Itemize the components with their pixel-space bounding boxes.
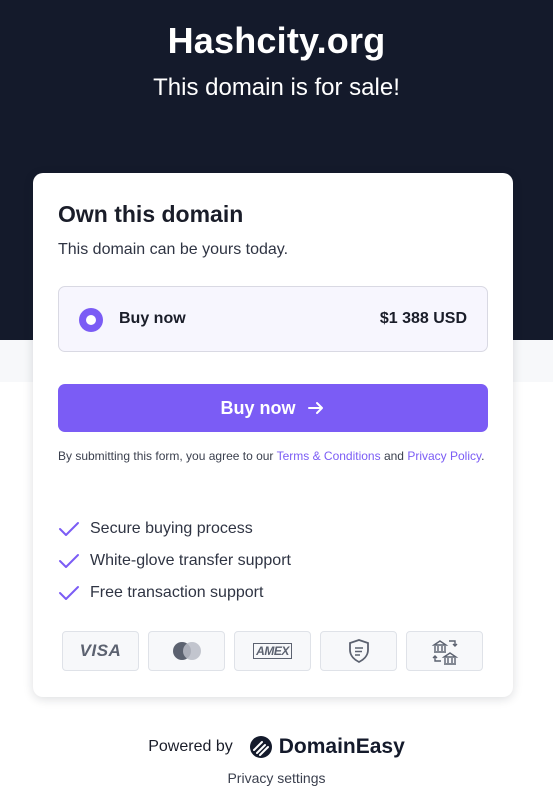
bank-transfer-icon <box>406 631 483 671</box>
card-title: Own this domain <box>58 201 244 227</box>
check-icon <box>59 522 79 536</box>
feature-text: Secure buying process <box>90 520 253 537</box>
option-label: Buy now <box>119 310 186 327</box>
check-icon <box>59 554 79 568</box>
domaineasy-logo-icon <box>249 736 272 758</box>
powered-by: Powered by DomainEasy <box>0 735 553 759</box>
arrow-right-icon <box>307 402 323 414</box>
list-item: Secure buying process <box>58 513 291 545</box>
domaineasy-brand: DomainEasy <box>278 735 405 758</box>
visa-logo-text: VISA <box>79 641 122 660</box>
list-item: Free transaction support <box>58 577 291 609</box>
privacy-policy-link[interactable]: Privacy Policy <box>407 449 481 463</box>
terms-suffix: . <box>481 449 485 463</box>
buy-now-button-label: Buy now <box>220 397 296 418</box>
buy-now-option[interactable]: Buy now $1 388 USD <box>58 286 488 352</box>
privacy-settings-link[interactable]: Privacy settings <box>0 770 553 786</box>
visa-icon: VISA <box>62 631 139 671</box>
for-sale-subtitle: This domain is for sale! <box>153 74 400 101</box>
terms-middle: and <box>380 449 408 463</box>
terms-link[interactable]: Terms & Conditions <box>277 449 381 463</box>
terms-prefix: By submitting this form, you agree to ou… <box>58 449 277 463</box>
option-price: $1 388 USD <box>379 310 467 327</box>
feature-text: White-glove transfer support <box>90 552 291 569</box>
feature-text: Free transaction support <box>90 584 264 601</box>
radio-selected-icon[interactable] <box>79 308 103 332</box>
list-item: White-glove transfer support <box>58 545 291 577</box>
escrow-shield-icon <box>348 639 369 664</box>
buy-now-button[interactable]: Buy now <box>58 384 488 432</box>
domaineasy-logo[interactable]: DomainEasy <box>249 735 405 759</box>
amex-logo-text: AMEX <box>253 643 292 659</box>
domain-title: Hashcity.org <box>167 20 386 61</box>
mastercard-icon <box>148 631 225 671</box>
check-icon <box>59 586 79 600</box>
shield-icon <box>320 631 397 671</box>
payment-methods: VISA AMEX <box>62 631 483 671</box>
powered-by-text: Powered by <box>148 738 233 755</box>
amex-icon: AMEX <box>234 631 311 671</box>
card-subtitle: This domain can be yours today. <box>58 241 289 258</box>
purchase-card: Own this domain This domain can be yours… <box>33 173 513 697</box>
bank-transfer-glyph-icon <box>431 640 458 665</box>
feature-list: Secure buying process White-glove transf… <box>58 513 291 609</box>
terms-notice: By submitting this form, you agree to ou… <box>58 448 488 464</box>
mastercard-circles-icon <box>172 642 201 660</box>
